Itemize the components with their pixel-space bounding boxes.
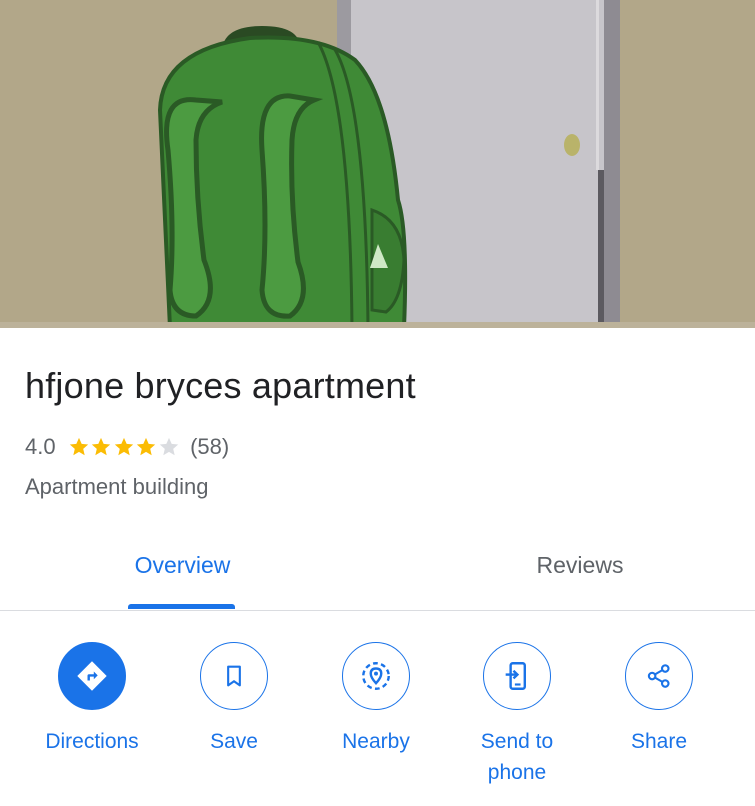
share-button[interactable]: Share: [594, 642, 724, 757]
place-title: hfjone bryces apartment: [25, 365, 416, 406]
place-photo[interactable]: [0, 0, 755, 328]
tab-overview[interactable]: Overview: [90, 540, 275, 610]
star-filled-icon: [91, 437, 111, 456]
directions-icon: [58, 642, 126, 710]
send-to-phone-label: Send to phone: [480, 730, 554, 784]
action-buttons: Directions Save Nearby Send to phone Sha…: [0, 642, 755, 802]
nearby-label: Nearby: [342, 730, 410, 753]
review-count[interactable]: (58): [190, 434, 229, 460]
rating-row[interactable]: 4.0 (58): [25, 432, 229, 462]
nearby-button[interactable]: Nearby: [311, 642, 441, 757]
star-filled-icon: [136, 437, 156, 456]
tab-selected-indicator: [128, 604, 235, 609]
directions-button[interactable]: Directions: [27, 642, 157, 757]
send-to-phone-icon: [483, 642, 551, 710]
directions-label: Directions: [45, 730, 139, 753]
tab-reviews[interactable]: Reviews: [490, 540, 670, 610]
bookmark-icon: [200, 642, 268, 710]
place-panel: hfjone bryces apartment 4.0 (58) Apartme…: [0, 0, 755, 806]
share-label: Share: [630, 730, 688, 753]
tab-bar: Overview Reviews: [0, 540, 755, 611]
place-category[interactable]: Apartment building: [25, 472, 208, 502]
star-filled-icon: [69, 437, 88, 456]
share-icon: [625, 642, 693, 710]
star-empty-icon: [159, 437, 178, 456]
save-label: Save: [210, 730, 258, 753]
rating-value: 4.0: [25, 434, 56, 459]
send-to-phone-button[interactable]: Send to phone: [452, 642, 582, 788]
save-button[interactable]: Save: [169, 642, 299, 757]
star-filled-icon: [114, 437, 133, 456]
star-rating: [68, 436, 181, 458]
nearby-pin-icon: [342, 642, 410, 710]
